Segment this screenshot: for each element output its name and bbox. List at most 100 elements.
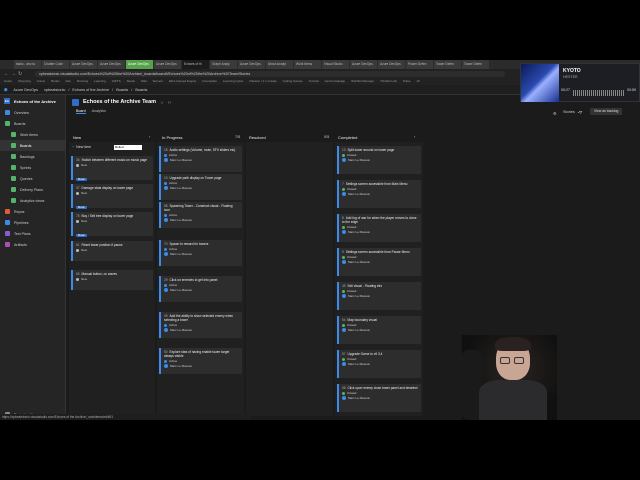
- work-item-card[interactable]: 37 Damage stats display on tower page New M…: [71, 184, 153, 210]
- sidebar-item-analytics-views[interactable]: Analytics views: [0, 195, 65, 206]
- project-header[interactable]: EA Echoes of the Archive: [0, 95, 65, 107]
- settings-icon[interactable]: ⚙: [553, 111, 556, 116]
- browser-tab[interactable]: Work Items: [294, 60, 321, 69]
- sidebar-item-boards[interactable]: Boards: [0, 140, 65, 151]
- browser-tab[interactable]: Tower Defen: [434, 60, 461, 69]
- card-assignee[interactable]: Marc Le Masson: [342, 260, 418, 265]
- card-title[interactable]: 50 Explore idea of having enable tower ta…: [164, 350, 239, 358]
- browser-tab[interactable]: Visual Studio: [322, 60, 349, 69]
- card-assignee[interactable]: Marc Le Masson: [342, 328, 418, 333]
- collapse-icon[interactable]: ›: [149, 135, 150, 139]
- browser-tab[interactable]: Azure DevOps: [238, 60, 265, 69]
- card-assignee[interactable]: Marc Le Masson: [164, 218, 239, 223]
- bookmark-item[interactable]: Learning Cyber: [223, 78, 244, 85]
- work-item-card[interactable]: 49 Sell visual - Floating info Closed Marc …: [337, 282, 421, 310]
- card-assignee[interactable]: Marc Le Masson: [164, 328, 239, 333]
- card-assignee[interactable]: Marc Le Masson: [342, 158, 418, 163]
- sidebar-item-queries[interactable]: Queries: [0, 173, 65, 184]
- work-item-card[interactable]: 50 Explore idea of having enable tower ta…: [159, 348, 242, 374]
- card-title[interactable]: 58 Spawning Tower - Construct visual - Fl…: [164, 204, 239, 212]
- team-title[interactable]: Echoes of the Archive Team: [83, 99, 156, 105]
- card-assignee[interactable]: Marc Le Masson: [342, 294, 418, 299]
- tab-analytics[interactable]: Analytics: [92, 109, 106, 114]
- browser-tab[interactable]: Chatter Code: [42, 60, 69, 69]
- bookmark-item[interactable]: c#: [416, 78, 419, 85]
- bookmark-item[interactable]: Passion / 1.1 Create: [249, 78, 276, 85]
- bookmark-item[interactable]: Ebi's Gamed Engine: [169, 78, 196, 85]
- browser-tab[interactable]: Power Defen: [406, 60, 433, 69]
- waveform[interactable]: [573, 90, 625, 96]
- card-title[interactable]: 49 Add the ability to show selected enemy…: [164, 314, 239, 322]
- work-item-card[interactable]: 9 Settings screen accessible from Pause M…: [337, 248, 421, 276]
- bookmark-item[interactable]: Studio: [127, 78, 136, 85]
- sidebar-item-artifacts[interactable]: Artifacts: [0, 239, 65, 250]
- bookmark-item[interactable]: Running: [77, 78, 88, 85]
- sidebar-item-boards[interactable]: Boards: [0, 118, 65, 129]
- card-assignee[interactable]: Marc Le Masson: [342, 192, 418, 197]
- bookmark-item[interactable]: Wishlist Manager: [351, 78, 374, 85]
- card-title[interactable]: 9 Settings screen accessible from Pause M…: [342, 250, 418, 254]
- browser-tab[interactable]: Azure DevOps: [70, 60, 97, 69]
- bookmark-item[interactable]: Books: [51, 78, 59, 85]
- bookmark-item[interactable]: Dev: [66, 78, 71, 85]
- sidebar-item-backlogs[interactable]: Backlogs: [0, 151, 65, 162]
- card-assignee[interactable]: Marc Le Masson: [164, 288, 239, 293]
- bookmark-item[interactable]: Guide: [4, 78, 12, 85]
- url-input[interactable]: xpbeatstonic.visualstudio.com/Echoes%20o…: [35, 70, 505, 77]
- browser-tab[interactable]: Azure DevOps: [154, 60, 181, 69]
- bookmark-item[interactable]: Anime: [37, 78, 46, 85]
- sidebar-item-repos[interactable]: Repos: [0, 206, 65, 217]
- card-title[interactable]: 7 Settings screen accessible from Main Me…: [342, 182, 418, 186]
- card-title[interactable]: 13 Split tower around on tower page: [342, 148, 418, 152]
- breadcrumb-item[interactable]: Echoes of the Archive: [72, 88, 109, 92]
- breadcrumb-item[interactable]: Boards: [116, 88, 128, 92]
- sidebar-item-overview[interactable]: Overview: [0, 107, 65, 118]
- browser-tab[interactable]: tasks - dev-to: [14, 60, 41, 69]
- collapse-icon[interactable]: ›: [414, 135, 415, 139]
- browser-tab[interactable]: Azure DevOps: [98, 60, 125, 69]
- bookmark-item[interactable]: GIFTS: [112, 78, 121, 85]
- work-item-card[interactable]: 57 Upgrade Game to v6 3.4 Closed Marc Le Ma…: [337, 350, 421, 378]
- sidebar-item-delivery-plans[interactable]: Delivery Plans: [0, 184, 65, 195]
- work-item-card[interactable]: 36 Switch between different music on musi…: [71, 156, 153, 182]
- bookmark-item[interactable]: Incomplete: [202, 78, 217, 85]
- card-title[interactable]: 58 Click upon enemy close tower panel and…: [342, 386, 418, 390]
- bookmark-item[interactable]: Get Knowledge: [325, 78, 346, 85]
- sidebar-item-pipelines[interactable]: Pipelines: [0, 217, 65, 228]
- work-item-card[interactable]: 8 Add fog of war for when the player move…: [337, 214, 421, 242]
- browser-tab[interactable]: Graph Analy: [210, 60, 237, 69]
- reload-icon[interactable]: ↻: [18, 71, 25, 77]
- card-title[interactable]: 19 Upgrade path display on Tower page: [164, 176, 239, 180]
- browser-tab[interactable]: Azure DevOps: [126, 60, 153, 69]
- card-title[interactable]: 49 Sell visual - Floating info: [342, 284, 418, 288]
- bookmark-item[interactable]: Tutorial: [309, 78, 319, 85]
- breadcrumb-item[interactable]: xpbeatstonic: [44, 88, 65, 92]
- work-item-card[interactable]: 18 Audio settings (Volume, mute, SFX slid…: [159, 146, 242, 172]
- forward-icon[interactable]: →: [11, 71, 18, 77]
- bookmark-item[interactable]: Pulse: [403, 78, 411, 85]
- tab-board[interactable]: Board: [76, 109, 86, 114]
- card-title[interactable]: 29 Click on enemies to get info panel: [164, 278, 239, 282]
- card-assignee[interactable]: Marc Le Masson: [342, 362, 418, 367]
- browser-tab[interactable]: Tower Defen: [462, 60, 489, 69]
- filter-icon[interactable]: ⛛: [579, 111, 582, 115]
- breadcrumb-item[interactable]: Boards: [135, 88, 147, 92]
- card-assignee[interactable]: Marc Le Masson: [164, 364, 239, 369]
- new-item-button[interactable]: + New item: [72, 145, 91, 149]
- backlog-level-select[interactable]: Stories ⌄: [563, 109, 580, 115]
- work-item-card[interactable]: 7 Settings screen accessible from Main Me…: [337, 180, 421, 208]
- card-title[interactable]: 18 Audio settings (Volume, mute, SFX slid…: [164, 148, 239, 152]
- bookmark-item[interactable]: Mail: [141, 78, 147, 85]
- sidebar-item-sprints[interactable]: Sprints: [0, 162, 65, 173]
- card-assignee[interactable]: Marc Le Masson: [342, 230, 418, 235]
- work-item-card[interactable]: 75 Buy / Sell tree display on tower page N…: [71, 212, 153, 238]
- card-title[interactable]: 57 Upgrade Game to v6 3.4: [342, 352, 418, 356]
- bookmark-item[interactable]: Servers: [153, 78, 163, 85]
- browser-tab[interactable]: Azure DevOps: [350, 60, 377, 69]
- work-item-card[interactable]: 70 Spawn to reward for towers Active Marc L…: [159, 240, 242, 266]
- card-title[interactable]: 8 Add fog of war for when the player move…: [342, 216, 418, 224]
- card-assignee[interactable]: Marc Le Masson: [342, 396, 418, 401]
- sidebar-item-test-plans[interactable]: Test Plans: [0, 228, 65, 239]
- work-item-card[interactable]: 65 Manual button, on waves New: [71, 270, 153, 290]
- work-item-card[interactable]: 58 Click upon enemy close tower panel and…: [337, 384, 421, 412]
